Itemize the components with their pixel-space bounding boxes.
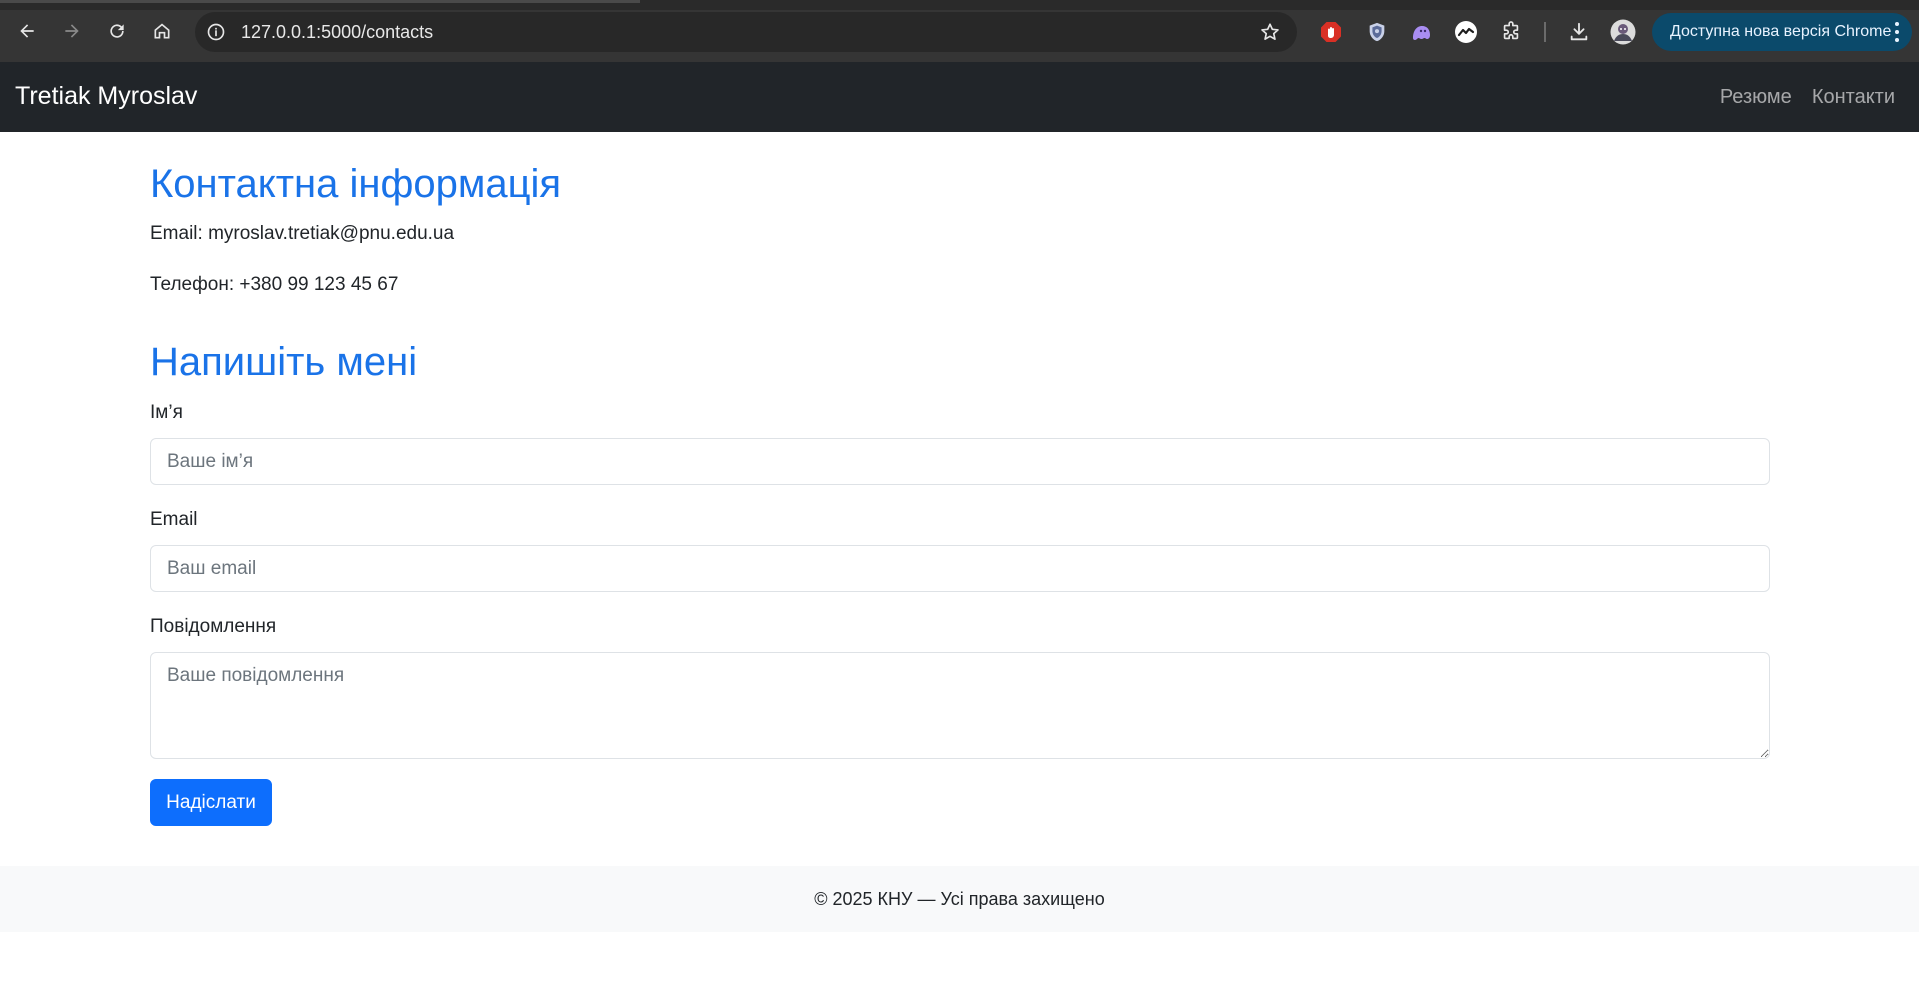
home-button[interactable] — [144, 13, 180, 49]
reload-icon — [110, 24, 124, 38]
phone-line: Телефон: +380 99 123 45 67 — [150, 274, 399, 295]
message-label: Повідомлення — [150, 616, 277, 637]
ghost-extension-icon[interactable] — [1408, 19, 1434, 45]
nav-link-contacts[interactable]: Контакти — [1812, 86, 1895, 109]
site-info-icon[interactable] — [205, 21, 227, 43]
site-brand-link[interactable]: Tretiak Myroslav — [15, 82, 197, 111]
profile-avatar-icon[interactable] — [1610, 19, 1636, 45]
address-bar[interactable]: 127.0.0.1:5000/contacts — [195, 12, 1297, 52]
download-icon[interactable] — [1566, 19, 1592, 45]
back-button[interactable] — [9, 13, 45, 49]
message-textarea[interactable] — [150, 652, 1770, 759]
browser-toolbar: 127.0.0.1:5000/contacts Доступна нова ве… — [0, 0, 1919, 62]
email-input[interactable] — [150, 545, 1770, 592]
stats-extension-icon[interactable] — [1453, 19, 1479, 45]
submit-button[interactable]: Надіслати — [150, 779, 272, 826]
email-line: Email: myroslav.tretiak@pnu.edu.ua — [150, 223, 455, 244]
toolbar-separator — [1544, 22, 1546, 42]
kebab-menu-icon[interactable] — [1894, 22, 1900, 42]
email-label: Email — [150, 509, 198, 530]
write-me-heading: Напишіть мені — [150, 340, 418, 384]
arrow-left-icon — [20, 24, 34, 38]
contact-info-heading: Контактна інформація — [150, 162, 562, 206]
nav-link-resume[interactable]: Резюме — [1720, 86, 1792, 109]
footer-copyright: © 2025 КНУ — Усі права захищено — [814, 888, 1105, 909]
puzzle-icon[interactable] — [1498, 19, 1524, 45]
update-label: Доступна нова версія Chrome — [1670, 23, 1892, 40]
forward-button[interactable] — [54, 13, 90, 49]
nav-links: Резюме Контакти — [1720, 86, 1895, 109]
adblock-icon[interactable] — [1318, 19, 1344, 45]
url-text[interactable]: 127.0.0.1:5000/contacts — [241, 22, 433, 43]
chrome-update-button[interactable]: Доступна нова версія Chrome — [1652, 13, 1912, 51]
site-footer: © 2025 КНУ — Усі права захищено — [0, 866, 1919, 932]
site-navbar: Tretiak Myroslav Резюме Контакти — [0, 62, 1919, 132]
reload-button[interactable] — [99, 13, 135, 49]
name-input[interactable] — [150, 438, 1770, 485]
home-icon — [154, 23, 170, 39]
arrow-right-icon — [65, 24, 79, 38]
shield-extension-icon[interactable] — [1364, 19, 1390, 45]
bookmark-star-icon[interactable] — [1259, 21, 1281, 43]
tab-strip — [0, 0, 1919, 10]
name-label: Ім’я — [150, 402, 183, 423]
